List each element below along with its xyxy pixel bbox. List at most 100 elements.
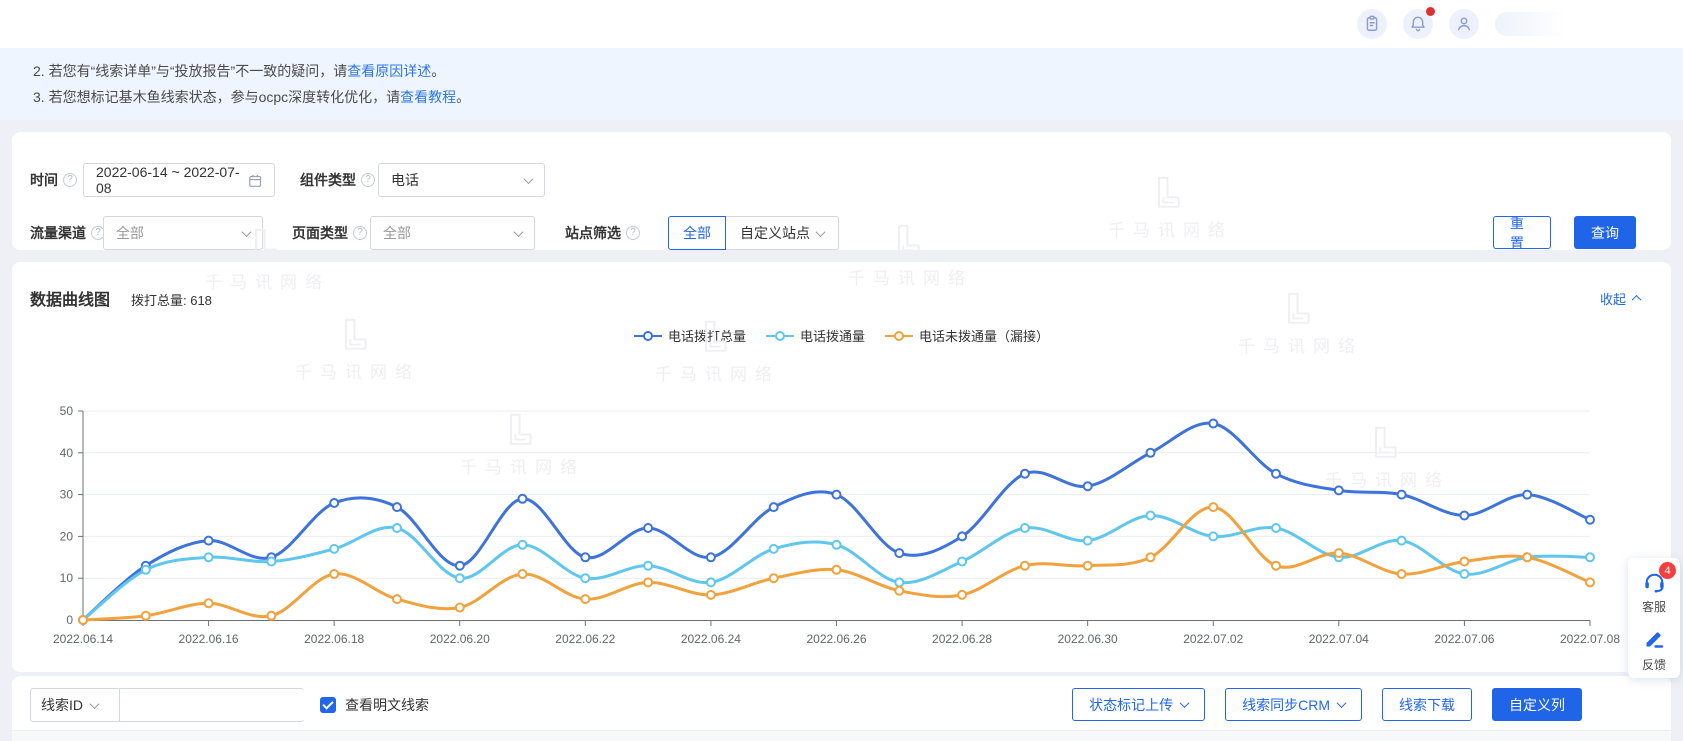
- user-icon[interactable]: [1449, 9, 1479, 39]
- chevron-down-icon: [816, 227, 826, 237]
- date-range-value: 2022-06-14 ~ 2022-07-08: [96, 164, 248, 196]
- customer-service-label: 客服: [1642, 598, 1666, 615]
- svg-text:2022.06.14: 2022.06.14: [53, 632, 113, 646]
- svg-text:20: 20: [60, 529, 74, 543]
- svg-text:40: 40: [60, 446, 74, 460]
- site-all-button[interactable]: 全部: [668, 216, 726, 250]
- custom-columns-button[interactable]: 自定义列: [1492, 688, 1582, 721]
- customer-service-button[interactable]: 4 客服: [1628, 568, 1680, 615]
- toolbar-buttons: 状态标记上传 线索同步CRM 线索下载 自定义列: [1072, 688, 1582, 721]
- svg-text:2022.07.08: 2022.07.08: [1560, 632, 1620, 646]
- lead-download-button[interactable]: 线索下载: [1382, 688, 1472, 721]
- lead-id-label: 线索ID: [41, 695, 83, 715]
- help-icon[interactable]: ?: [626, 226, 640, 240]
- help-icon[interactable]: ?: [353, 226, 367, 240]
- svg-text:30: 30: [60, 488, 74, 502]
- site-custom-button[interactable]: 自定义站点: [725, 216, 839, 250]
- button-label: 线索同步CRM: [1242, 695, 1330, 715]
- floating-side-panel: 4 客服 反馈: [1628, 558, 1680, 678]
- chevron-down-icon: [514, 227, 524, 237]
- data-curve-chart: 010203040502022.06.142022.06.162022.06.1…: [12, 262, 1671, 672]
- chevron-down-icon: [524, 174, 534, 184]
- page-type-label: 页面类型 ?: [292, 216, 367, 250]
- service-badge: 4: [1659, 562, 1676, 579]
- component-type-value: 电话: [391, 170, 419, 190]
- svg-text:2022.06.18: 2022.06.18: [304, 632, 364, 646]
- svg-text:2022.06.16: 2022.06.16: [179, 632, 239, 646]
- legend-label: 电话未拨通量（漏接）: [919, 326, 1049, 345]
- topbar: [0, 0, 1683, 48]
- legend-marker: [885, 330, 913, 342]
- traffic-channel-label: 流量渠道 ?: [30, 216, 105, 250]
- component-type-select[interactable]: 电话: [378, 163, 545, 197]
- chevron-down-icon: [1180, 698, 1190, 708]
- button-label: 自定义列: [1509, 695, 1565, 715]
- page-type-select[interactable]: 全部: [370, 216, 535, 250]
- notification-dot: [1426, 7, 1435, 16]
- reset-button[interactable]: 重置: [1493, 216, 1551, 249]
- notice-line-3-suffix: 。: [456, 89, 470, 105]
- help-icon[interactable]: ?: [63, 173, 77, 187]
- notice-line-2: 2. 若您有“线索详单”与“投放报告”不一致的疑问，请查看原因详述。: [33, 58, 1683, 84]
- site-custom-label: 自定义站点: [740, 223, 810, 243]
- document-icon[interactable]: [1357, 9, 1387, 39]
- chart-legend: 电话拨打总量 电话拨通量 电话未拨通量（漏接）: [12, 326, 1671, 345]
- button-label: 线索下载: [1399, 695, 1455, 715]
- legend-item-connected-calls[interactable]: 电话拨通量: [766, 326, 865, 345]
- svg-text:2022.06.22: 2022.06.22: [555, 632, 615, 646]
- page-type-value: 全部: [383, 223, 411, 243]
- svg-text:50: 50: [60, 404, 74, 418]
- pencil-icon: [1642, 627, 1666, 651]
- notice-line-2-suffix: 。: [431, 63, 445, 79]
- lead-id-select[interactable]: 线索ID: [30, 688, 120, 722]
- legend-item-missed-calls[interactable]: 电话未拨通量（漏接）: [885, 326, 1049, 345]
- page: 2. 若您有“线索详单”与“投放报告”不一致的疑问，请查看原因详述。 3. 若您…: [0, 0, 1683, 741]
- feedback-label: 反馈: [1642, 656, 1666, 673]
- plaintext-leads-checkbox[interactable]: [320, 697, 336, 713]
- chevron-down-icon: [242, 227, 252, 237]
- legend-marker: [766, 330, 794, 342]
- topbar-icons: [1357, 9, 1573, 39]
- chart-panel: 数据曲线图 拨打总量: 618 收起 电话拨打总量 电话拨通量 电话未拨通量（漏…: [12, 262, 1671, 672]
- svg-text:10: 10: [60, 571, 74, 585]
- lead-search-input[interactable]: [120, 690, 317, 720]
- legend-label: 电话拨打总量: [668, 326, 746, 345]
- notice-line-2-text: 2. 若您有“线索详单”与“投放报告”不一致的疑问，请: [33, 63, 347, 79]
- svg-text:2022.06.24: 2022.06.24: [681, 632, 741, 646]
- lead-sync-crm-button[interactable]: 线索同步CRM: [1225, 688, 1362, 721]
- help-icon[interactable]: ?: [361, 173, 375, 187]
- notice-banner: 2. 若您有“线索详单”与“投放报告”不一致的疑问，请查看原因详述。 3. 若您…: [0, 48, 1683, 120]
- link-reason-details[interactable]: 查看原因详述: [347, 63, 431, 79]
- svg-text:2022.07.02: 2022.07.02: [1183, 632, 1243, 646]
- status-mark-upload-button[interactable]: 状态标记上传: [1072, 688, 1205, 721]
- svg-text:2022.07.04: 2022.07.04: [1309, 632, 1369, 646]
- chevron-down-icon: [1337, 698, 1347, 708]
- notice-line-3-text: 3. 若您想标记基木鱼线索状态，参与ocpc深度转化优化，请: [33, 89, 400, 105]
- date-range-input[interactable]: 2022-06-14 ~ 2022-07-08: [83, 163, 275, 197]
- leads-toolbar: 线索ID 查看明文线索 状态标记上传 线索同步CRM 线索下载 自定义: [12, 676, 1671, 741]
- chevron-up-icon: [1632, 295, 1642, 305]
- collapse-toggle[interactable]: 收起: [1600, 289, 1640, 308]
- call-total: 拨打总量: 618: [131, 290, 212, 309]
- traffic-channel-select[interactable]: 全部: [103, 216, 263, 250]
- component-type-label: 组件类型 ?: [300, 163, 375, 197]
- svg-text:2022.06.20: 2022.06.20: [430, 632, 490, 646]
- legend-item-total-calls[interactable]: 电话拨打总量: [634, 326, 746, 345]
- calendar-icon: [248, 173, 262, 188]
- feedback-button[interactable]: 反馈: [1628, 626, 1680, 673]
- lead-search-box: [119, 688, 304, 722]
- query-button[interactable]: 查询: [1574, 216, 1636, 249]
- legend-marker: [634, 330, 662, 342]
- time-label: 时间 ?: [30, 163, 77, 197]
- site-filter-label: 站点筛选 ?: [565, 216, 640, 250]
- filter-panel: 时间 ? 2022-06-14 ~ 2022-07-08 组件类型 ? 电话 流…: [12, 132, 1671, 250]
- username-blurred: [1495, 12, 1573, 36]
- link-tutorial[interactable]: 查看教程: [400, 89, 456, 105]
- site-filter-segment: 全部 自定义站点: [668, 216, 839, 250]
- table-header-strip: [12, 730, 1671, 741]
- svg-text:2022.06.30: 2022.06.30: [1058, 632, 1118, 646]
- bell-icon[interactable]: [1403, 9, 1433, 39]
- chevron-down-icon: [90, 699, 100, 709]
- svg-text:2022.06.28: 2022.06.28: [932, 632, 992, 646]
- traffic-channel-value: 全部: [116, 223, 144, 243]
